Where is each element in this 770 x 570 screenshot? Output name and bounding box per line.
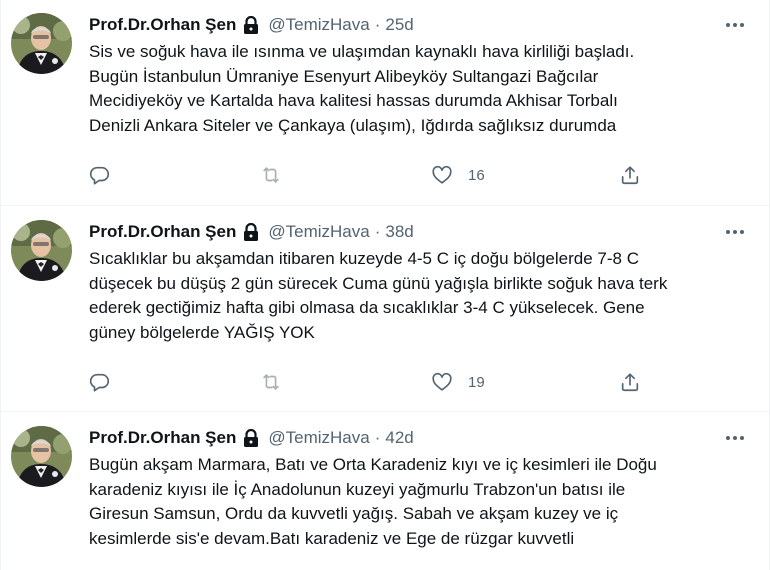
separator-dot: · [374,222,381,241]
tweet[interactable]: Prof.Dr.Orhan Şen @TemizHava · 25d Sis v… [1,0,769,206]
author-handle[interactable]: @TemizHava [268,222,369,242]
share-icon [621,373,639,392]
tweet-text-line: Sis ve soğuk hava ile ısınma ve ulaşımda… [89,42,635,61]
tweet-text-line: Bugün İstanbulun Ümraniye Esenyurt Alibe… [89,66,599,86]
author-name[interactable]: Prof.Dr.Orhan Şen [89,428,236,448]
author-name[interactable]: Prof.Dr.Orhan Şen [89,222,236,242]
author-name[interactable]: Prof.Dr.Orhan Şen [89,15,236,35]
tweet-text-line: düşecek bu düşüş 2 gün sürecek Cuma günü… [89,273,668,293]
tweet-timestamp[interactable]: 25d [385,15,413,35]
share-icon [621,166,639,185]
tweet-text-line: Denizli Ankara Siteler ve Çankaya (ulaşı… [89,115,617,135]
more-icon[interactable] [723,224,747,240]
tweet-header: Prof.Dr.Orhan Şen @TemizHava · 25d [89,14,414,36]
tweet-header: Prof.Dr.Orhan Şen @TemizHava · 38d [89,221,414,243]
reply-button[interactable] [89,163,111,187]
tweet-text-line: Sıcaklıklar bu akşamdan itibaren kuzeyde… [89,249,639,268]
avatar[interactable] [11,13,72,74]
heart-icon [432,372,452,391]
heart-icon [432,165,452,184]
tweet-text: Sis ve soğuk hava ile ısınma ve ulaşımda… [89,40,749,138]
retweet-button[interactable] [259,163,283,187]
separator-dot: · [374,428,381,447]
tweet-text-line: güney bölgelerde YAĞIŞ YOK [89,322,315,342]
reply-icon [89,373,110,392]
tweet-text-line: Bugün akşam Marmara, Batı ve Orta Karade… [89,455,657,474]
separator-dot: · [374,15,381,34]
like-button[interactable]: 19 [430,370,485,394]
tweet-text-line: Giresun Samsun, Ordu da kuvvetli yağış. … [89,504,619,523]
tweet-text: Sıcaklıklar bu akşamdan itibaren kuzeyde… [89,247,749,345]
avatar[interactable] [11,220,72,281]
tweet-timestamp[interactable]: 42d [385,428,413,448]
lock-icon [241,16,261,34]
more-icon[interactable] [723,17,747,33]
lock-icon [241,429,261,447]
tweet-header: Prof.Dr.Orhan Şen @TemizHava · 42d [89,427,414,449]
share-button[interactable] [619,163,641,187]
tweet-text-line: ederek gectiğimiz hafta gibi olmasa da s… [89,298,645,317]
tweet-actions: 19 [89,370,649,394]
author-handle[interactable]: @TemizHava [268,428,369,448]
tweet-feed: Prof.Dr.Orhan Şen @TemizHava · 25d Sis v… [0,0,770,570]
tweet-text: Bugün akşam Marmara, Batı ve Orta Karade… [89,453,749,551]
tweet-timestamp[interactable]: 38d [385,222,413,242]
tweet[interactable]: Prof.Dr.Orhan Şen @TemizHava · 38d Sıcak… [1,207,769,412]
retweet-button[interactable] [259,370,283,394]
retweet-icon [263,374,279,390]
like-button[interactable]: 16 [430,163,485,187]
lock-icon [241,223,261,241]
reply-icon [89,166,110,185]
avatar[interactable] [11,426,72,487]
retweet-icon [263,167,279,183]
tweet[interactable]: Prof.Dr.Orhan Şen @TemizHava · 42d Bugün… [1,413,769,570]
like-count: 19 [468,373,485,391]
tweet-text-line: kesimlerde sis'e devam.Batı karadeniz ve… [89,528,575,548]
tweet-text-line: karadeniz kıyısı ile İç Anadolunun kuzey… [89,479,626,499]
more-icon[interactable] [723,430,747,446]
tweet-actions: 16 [89,163,649,187]
reply-button[interactable] [89,370,111,394]
like-count: 16 [468,166,485,184]
tweet-text-line: Mecidiyeköy ve Kartalda hava kalitesi ha… [89,91,618,110]
share-button[interactable] [619,370,641,394]
author-handle[interactable]: @TemizHava [268,15,369,35]
